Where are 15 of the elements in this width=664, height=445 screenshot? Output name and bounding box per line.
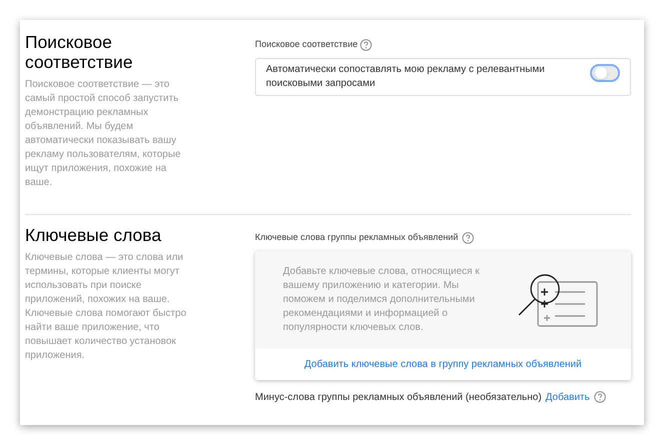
- add-link[interactable]: Добавить: [546, 390, 590, 404]
- section-description: Поисковое соответствие — это самый простой способ запустить демонстрацию рекламных объявлений. Мы будем автоматически показывать вашу рекламу пользователям, которые ищут приложения, похожие на ваше.: [25, 78, 182, 190]
- help-icon[interactable]: [462, 232, 474, 244]
- negative-keywords-label: Минус-слова группы рекламных объявлений (необязательно): [255, 390, 542, 404]
- help-icon[interactable]: [360, 38, 372, 51]
- field-label: Поисковое соответствие: [255, 38, 358, 51]
- add-keywords-link[interactable]: Добавить ключевые слова в группу рекламных объявлений: [304, 356, 582, 372]
- section-title: Поисковое соответствие: [25, 32, 134, 72]
- empty-state-text: Добавьте ключевые слова, относящиеся к вашему приложению и категории. Мы поможем и поделимся дополнительными рекомендациями и информацией о популярности ключевых слов.: [283, 264, 480, 334]
- help-icon[interactable]: [594, 391, 606, 403]
- section-description: Ключевые слова — это слова или термины, которые клиенты могут использовать при поиске приложений, похожих на ваше. Ключевые слова помогают быстро найти ваше приложение, что повышает количество установок приложения.: [25, 251, 188, 363]
- option-label: Автоматически сопоставлять мою рекламу с релевантными поисковыми запросами: [266, 62, 546, 90]
- toggle-switch[interactable]: [590, 64, 620, 82]
- field-label: Ключевые слова группы рекламных объявлений: [255, 231, 458, 244]
- section-title: Ключевые слова: [25, 225, 162, 245]
